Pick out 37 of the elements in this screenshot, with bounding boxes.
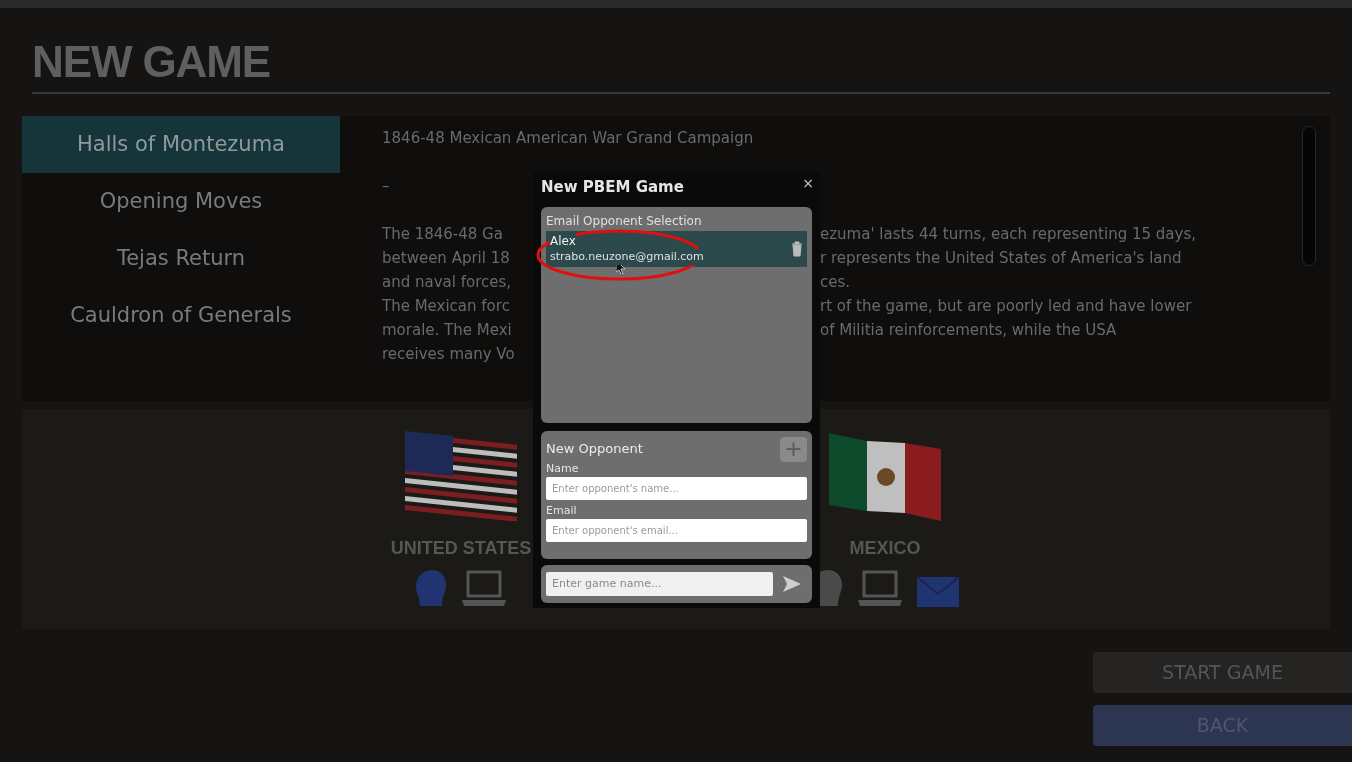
trash-icon[interactable] bbox=[791, 240, 803, 257]
section-label: New Opponent bbox=[546, 440, 643, 459]
description-text: ezuma' lasts 44 turns, each representing 15 days, bbox=[820, 224, 1196, 245]
separator-text: – bbox=[382, 176, 390, 197]
scenario-item[interactable]: Tejas Return bbox=[22, 230, 340, 287]
description-text: receives many Vo bbox=[382, 344, 516, 365]
description-heading: 1846-48 Mexican American War Grand Campaign bbox=[382, 128, 755, 149]
envelope-icon[interactable] bbox=[916, 576, 960, 608]
scenario-item[interactable]: Cauldron of Generals bbox=[22, 287, 340, 344]
side-name: UNITED STATES bbox=[390, 537, 532, 560]
laptop-icon[interactable] bbox=[460, 570, 508, 608]
description-text: ces. bbox=[820, 272, 851, 293]
dialog-title: New PBEM Game bbox=[541, 177, 684, 198]
page-title: NEW GAME bbox=[32, 36, 272, 88]
scenario-item[interactable]: Halls of Montezuma bbox=[22, 116, 340, 173]
close-button[interactable]: × bbox=[802, 176, 814, 190]
description-text: The 1846-48 Ga bbox=[382, 224, 504, 245]
description-text: morale. The Mexi bbox=[382, 320, 513, 341]
opponent-item[interactable]: Alex strabo.neuzone@gmail.com bbox=[546, 230, 807, 267]
description-text: The Mexican forc bbox=[382, 296, 511, 317]
scenario-item[interactable]: Opening Moves bbox=[22, 173, 340, 230]
field-label: Name bbox=[546, 461, 580, 475]
description-text: rt of the game, but are poorly led and have lower bbox=[820, 296, 1192, 317]
field-label: Email bbox=[546, 503, 578, 517]
description-text: between April 18 bbox=[382, 248, 511, 269]
laptop-icon[interactable] bbox=[856, 570, 904, 608]
side-name: MEXICO bbox=[849, 537, 921, 560]
send-icon[interactable] bbox=[783, 575, 801, 592]
email-field[interactable]: Enter opponent's email... bbox=[546, 518, 807, 542]
scrollbar[interactable] bbox=[1302, 126, 1316, 266]
description-text: of Militia reinforcements, while the USA bbox=[820, 320, 1117, 341]
opponent-email: strabo.neuzone@gmail.com bbox=[550, 248, 704, 265]
section-label: Email Opponent Selection bbox=[546, 212, 703, 230]
description-text: r represents the United States of America's land bbox=[820, 248, 1182, 269]
game-name-field[interactable]: Enter game name... bbox=[546, 571, 773, 596]
description-text: and naval forces, bbox=[382, 272, 513, 293]
name-field[interactable]: Enter opponent's name... bbox=[546, 476, 807, 500]
